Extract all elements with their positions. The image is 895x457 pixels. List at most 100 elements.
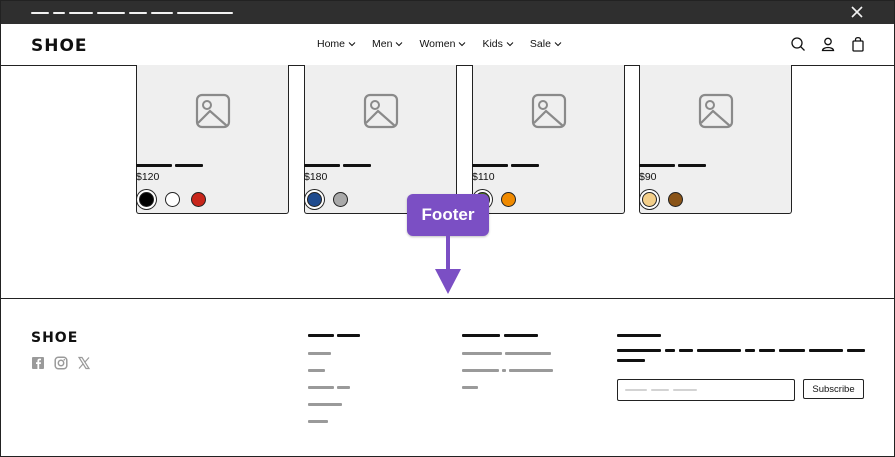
product-price: $90 [639,171,657,183]
newsletter-text-placeholder [617,359,645,362]
x-icon[interactable] [77,356,91,370]
footer-annotation-label: Footer [407,194,489,236]
footer-heading-placeholder [308,334,334,337]
newsletter-text-placeholder [679,349,693,352]
email-placeholder-line [673,389,697,391]
newsletter-text-placeholder [617,349,661,352]
annotation-arrowhead-icon [435,269,461,294]
nav-item-label: Sale [529,38,551,50]
announcement-text-placeholder [53,12,65,14]
footer-divider [1,298,894,299]
footer-link-placeholder[interactable] [502,369,506,372]
announcement-text-placeholder [69,12,93,14]
social-links [31,356,91,370]
nav-item-label: Women [419,38,456,50]
image-icon [195,93,231,129]
footer-link-placeholder[interactable] [505,352,551,355]
footer-heading-placeholder [462,334,500,337]
newsletter-text-placeholder [665,349,675,352]
color-swatch-white[interactable] [165,192,180,207]
image-icon [363,93,399,129]
annotation-arrow-icon [446,236,450,271]
nav-item-label: Men [372,38,393,50]
close-icon[interactable] [848,3,866,21]
announcement-text-placeholder [31,12,49,14]
product-price: $120 [136,171,160,183]
newsletter-text-placeholder [759,349,775,352]
image-icon [698,93,734,129]
account-icon[interactable] [820,36,836,52]
newsletter-text-placeholder [809,349,843,352]
announcement-text-placeholder [151,12,173,14]
product-title-placeholder[interactable] [175,164,203,167]
product-price: $110 [472,171,495,183]
chevron-down-icon [459,42,466,47]
chevron-down-icon [554,42,562,47]
product-title-placeholder[interactable] [136,164,172,167]
footer-heading-placeholder [504,334,538,337]
email-input[interactable] [617,379,795,401]
product-price: $180 [304,171,328,183]
footer-logo[interactable]: SHOE [31,330,78,346]
instagram-icon[interactable] [54,356,68,370]
chevron-down-icon [396,42,403,47]
product-title-placeholder[interactable] [343,164,371,167]
color-swatch-orange[interactable] [501,192,516,207]
product-title-placeholder[interactable] [304,164,340,167]
announcement-bar [1,1,894,24]
color-swatch-blue[interactable] [307,192,322,207]
footer-link-placeholder[interactable] [308,352,331,355]
header-actions [790,36,866,52]
newsletter-text-placeholder [697,349,741,352]
footer-link-placeholder[interactable] [462,386,478,389]
newsletter-text-placeholder [779,349,805,352]
color-swatches [139,192,206,207]
footer-link-placeholder[interactable] [308,420,328,423]
announcement-text-placeholder [177,12,233,14]
footer-link-placeholder[interactable] [308,369,325,372]
nav-item-label: Home [317,38,346,50]
color-swatch-grey[interactable] [333,192,348,207]
email-placeholder-line [651,389,669,391]
newsletter-text-placeholder [745,349,755,352]
footer-link-placeholder[interactable] [308,403,342,406]
announcement-text-placeholder [97,12,125,14]
product-title-placeholder[interactable] [639,164,675,167]
newsletter-text-placeholder [847,349,865,352]
color-swatch-red[interactable] [191,192,206,207]
cart-bag-icon[interactable] [850,36,866,52]
nav-item-kids[interactable]: Kids [482,38,514,50]
chevron-down-icon [506,42,514,47]
product-title-placeholder[interactable] [678,164,706,167]
email-placeholder-line [625,389,647,391]
image-icon [531,93,567,129]
site-logo[interactable]: SHOE [31,36,88,56]
nav-item-women[interactable]: Women [419,38,466,50]
main-nav: Home Men Women Kids Sale [317,38,562,50]
subscribe-button[interactable]: Subscribe [803,379,864,399]
color-swatch-tan[interactable] [642,192,657,207]
footer-link-placeholder[interactable] [462,352,502,355]
newsletter-heading-placeholder [617,334,661,337]
announcement-text-placeholder [129,12,147,14]
footer-link-placeholder[interactable] [337,386,350,389]
footer-link-placeholder[interactable] [509,369,553,372]
color-swatches [642,192,683,207]
nav-item-label: Kids [482,38,503,50]
product-title-placeholder[interactable] [511,164,539,167]
color-swatch-brown[interactable] [668,192,683,207]
nav-item-home[interactable]: Home [317,38,356,50]
product-title-placeholder[interactable] [472,164,508,167]
footer-heading-placeholder [337,334,360,337]
page-frame: SHOE Home Men Women Kids Sale $120 $180 … [0,0,895,457]
nav-item-sale[interactable]: Sale [530,38,562,50]
facebook-icon[interactable] [31,356,45,370]
search-icon[interactable] [790,36,806,52]
footer-link-placeholder[interactable] [462,369,499,372]
color-swatch-black[interactable] [139,192,154,207]
footer-link-placeholder[interactable] [308,386,334,389]
chevron-down-icon [348,42,356,47]
site-header: SHOE Home Men Women Kids Sale [1,24,894,66]
color-swatches [307,192,348,207]
nav-item-men[interactable]: Men [372,38,403,50]
